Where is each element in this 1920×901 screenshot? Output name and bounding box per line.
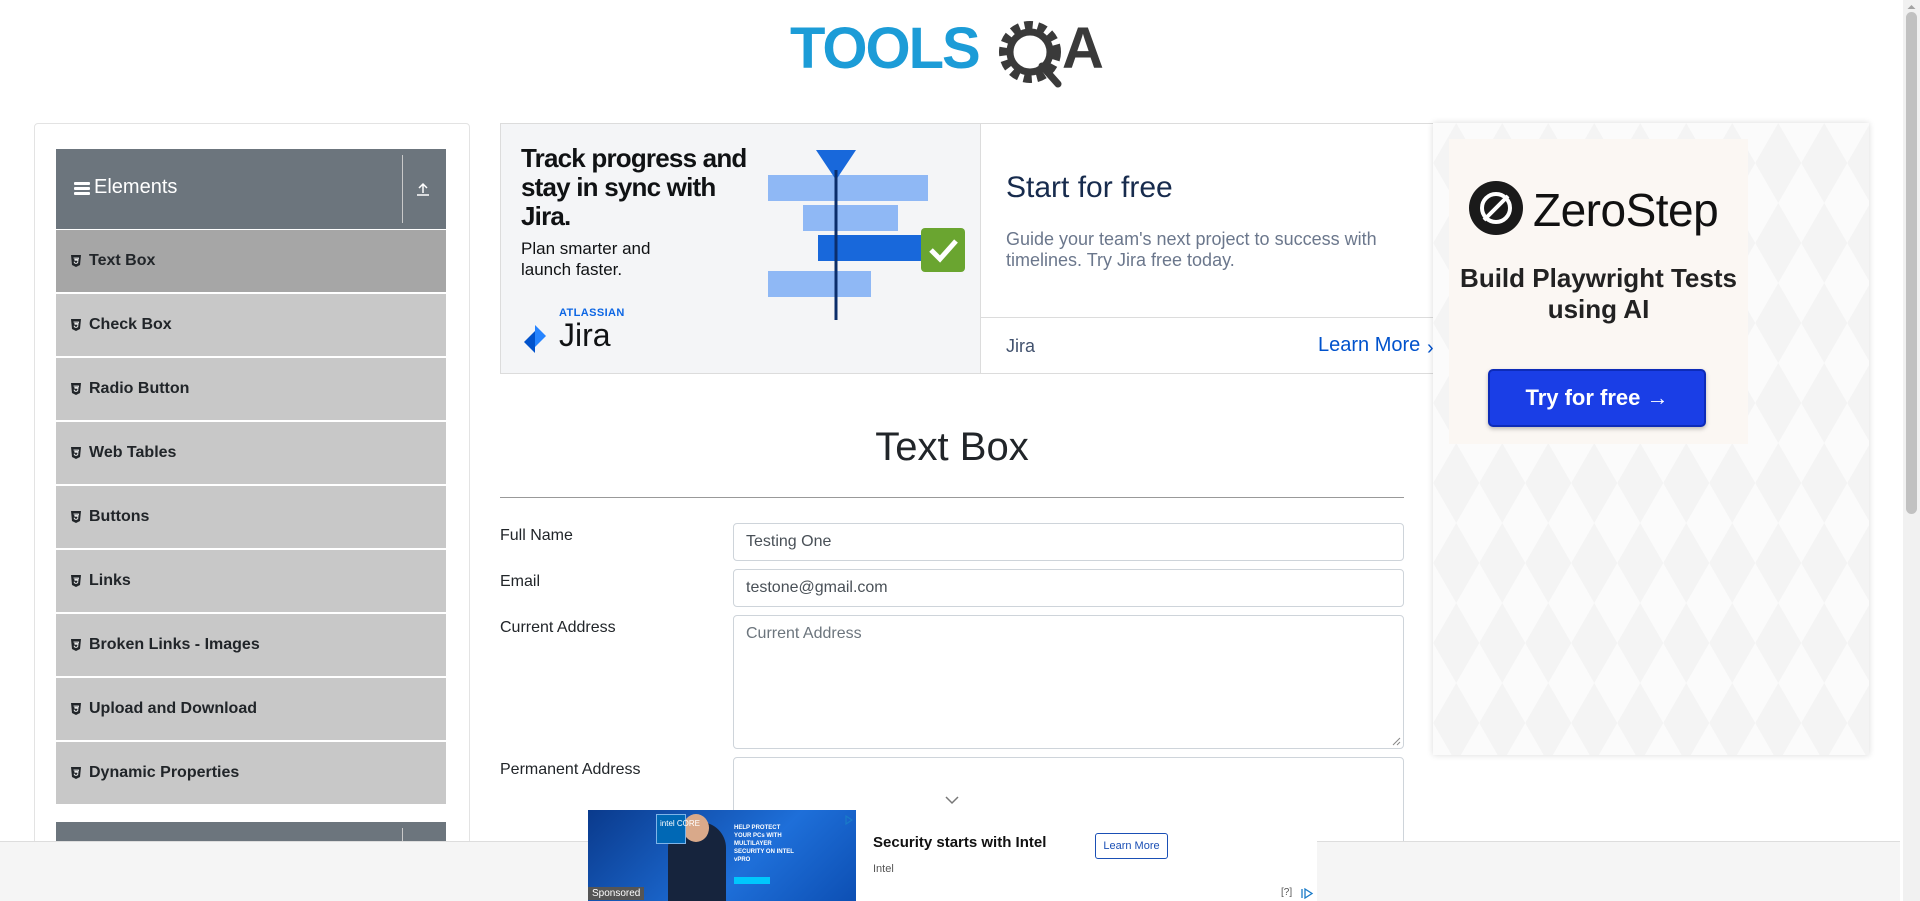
current-address-label: Current Address bbox=[500, 619, 616, 636]
jira-headline: Track progress and stay in sync with Jir… bbox=[521, 143, 747, 231]
html5-icon bbox=[71, 766, 81, 779]
email-value: testone@gmail.com bbox=[746, 579, 888, 596]
intel-ad-title[interactable]: Security starts with Intel bbox=[873, 834, 1046, 851]
chevron-down-icon bbox=[945, 796, 959, 805]
group-title: Elements bbox=[94, 176, 178, 198]
full-name-value: Testing One bbox=[746, 533, 832, 550]
zerostep-ad[interactable]: ZeroStep Build Playwright Tests using AI… bbox=[1433, 123, 1869, 755]
full-name-input[interactable]: Testing One bbox=[733, 523, 1404, 561]
html5-icon bbox=[71, 446, 81, 459]
jira-ad-banner[interactable]: Track progress and stay in sync with Jir… bbox=[500, 123, 1435, 374]
menu-item-links[interactable]: Links bbox=[56, 550, 446, 612]
title-divider bbox=[500, 497, 1404, 498]
sponsored-label: Sponsored bbox=[588, 887, 645, 900]
html5-icon bbox=[71, 702, 81, 715]
html5-icon bbox=[71, 318, 81, 331]
logo-text-tools: TOOLS bbox=[790, 16, 979, 81]
email-input[interactable]: testone@gmail.com bbox=[733, 569, 1404, 607]
zerostep-brand: ZeroStep bbox=[1533, 184, 1719, 236]
html5-icon bbox=[71, 382, 81, 395]
adchoices-icon[interactable] bbox=[844, 815, 854, 825]
elements-group-header[interactable]: Elements bbox=[56, 149, 446, 229]
logo-text-a: A bbox=[1062, 16, 1104, 81]
jira-ad-footer: Jira Learn More › bbox=[980, 317, 1434, 373]
menu-item-upload-download[interactable]: Upload and Download bbox=[56, 678, 446, 740]
menu-item-label: Links bbox=[89, 572, 131, 589]
menu-item-label: Buttons bbox=[89, 508, 150, 525]
jira-learn-more-link[interactable]: Learn More bbox=[1318, 334, 1420, 357]
menu-item-label: Radio Button bbox=[89, 380, 190, 397]
elements-menu: Text Box Check Box Radio Button Web Tabl… bbox=[56, 230, 446, 806]
hamburger-icon bbox=[74, 182, 90, 196]
menu-item-label: Web Tables bbox=[89, 444, 177, 461]
intel-image-button bbox=[734, 877, 770, 884]
try-for-free-button[interactable]: Try for free → bbox=[1488, 369, 1706, 427]
jira-ad-text: Start for free Guide your team's next pr… bbox=[980, 124, 1434, 317]
current-address-textarea[interactable]: Current Address bbox=[733, 615, 1404, 749]
scrollbar-thumb[interactable] bbox=[1906, 12, 1917, 514]
menu-item-label: Upload and Download bbox=[89, 700, 257, 717]
collapse-icon[interactable] bbox=[411, 177, 435, 201]
menu-item-label: Text Box bbox=[89, 252, 156, 269]
toolsqa-logo[interactable]: TOOLS A bbox=[790, 12, 1120, 92]
html5-icon bbox=[71, 510, 81, 523]
intel-learn-more-button[interactable]: Learn More bbox=[1095, 833, 1168, 859]
current-address-placeholder: Current Address bbox=[746, 625, 862, 642]
permanent-address-label: Permanent Address bbox=[500, 761, 641, 778]
menu-item-broken-links[interactable]: Broken Links - Images bbox=[56, 614, 446, 676]
intel-ad-image: intel CORE HELP PROTECT YOUR PCs WITH MU… bbox=[588, 810, 856, 901]
menu-item-label: Check Box bbox=[89, 316, 172, 333]
ad-help-link[interactable]: [?] bbox=[1281, 887, 1292, 898]
site-header: TOOLS A bbox=[0, 0, 1900, 100]
menu-item-web-tables[interactable]: Web Tables bbox=[56, 422, 446, 484]
jira-ad-creative: Track progress and stay in sync with Jir… bbox=[501, 124, 980, 373]
full-name-label: Full Name bbox=[500, 527, 573, 544]
menu-item-buttons[interactable]: Buttons bbox=[56, 486, 446, 548]
menu-item-label: Broken Links - Images bbox=[89, 636, 260, 653]
ad-choices-icon[interactable] bbox=[1300, 888, 1314, 899]
jira-wordmark: Jira bbox=[559, 317, 611, 353]
jira-start-title: Start for free bbox=[1006, 171, 1173, 204]
scroll-up-arrow-icon[interactable] bbox=[1906, 2, 1917, 12]
intel-image-copy: HELP PROTECT YOUR PCs WITH MULTILAYER SE… bbox=[734, 825, 794, 863]
page-title: Text Box bbox=[875, 425, 1029, 469]
left-panel: Elements Text Box Check Box Radio Button… bbox=[34, 123, 470, 883]
menu-item-radio-button[interactable]: Radio Button bbox=[56, 358, 446, 420]
timeline-graphic bbox=[768, 150, 965, 320]
menu-item-check-box[interactable]: Check Box bbox=[56, 294, 446, 356]
jira-brand-label: Jira bbox=[1006, 336, 1036, 356]
menu-item-label: Dynamic Properties bbox=[89, 764, 240, 781]
jira-subheadline: Plan smarter and launch faster. bbox=[521, 239, 651, 279]
intel-ad-brand: Intel bbox=[873, 863, 894, 875]
jira-description: Guide your team's next project to succes… bbox=[1006, 229, 1377, 270]
intel-chip-text: intel CORE bbox=[660, 819, 701, 828]
html5-icon bbox=[71, 574, 81, 587]
gear-icon bbox=[999, 21, 1062, 88]
jira-logo-icon bbox=[524, 325, 546, 353]
menu-item-text-box[interactable]: Text Box bbox=[56, 230, 446, 292]
intel-ad[interactable]: intel CORE HELP PROTECT YOUR PCs WITH MU… bbox=[588, 810, 1317, 901]
resize-grip-icon[interactable] bbox=[1391, 736, 1401, 746]
menu-item-dynamic-properties[interactable]: Dynamic Properties bbox=[56, 742, 446, 804]
html5-icon bbox=[71, 638, 81, 651]
html5-icon bbox=[71, 254, 81, 267]
zerostep-tagline: Build Playwright Tests using AI bbox=[1460, 263, 1737, 324]
zerostep-card: ZeroStep Build Playwright Tests using AI… bbox=[1449, 139, 1748, 444]
header-divider bbox=[402, 155, 403, 223]
email-label: Email bbox=[500, 573, 541, 590]
zerostep-logo-icon bbox=[1469, 181, 1523, 235]
